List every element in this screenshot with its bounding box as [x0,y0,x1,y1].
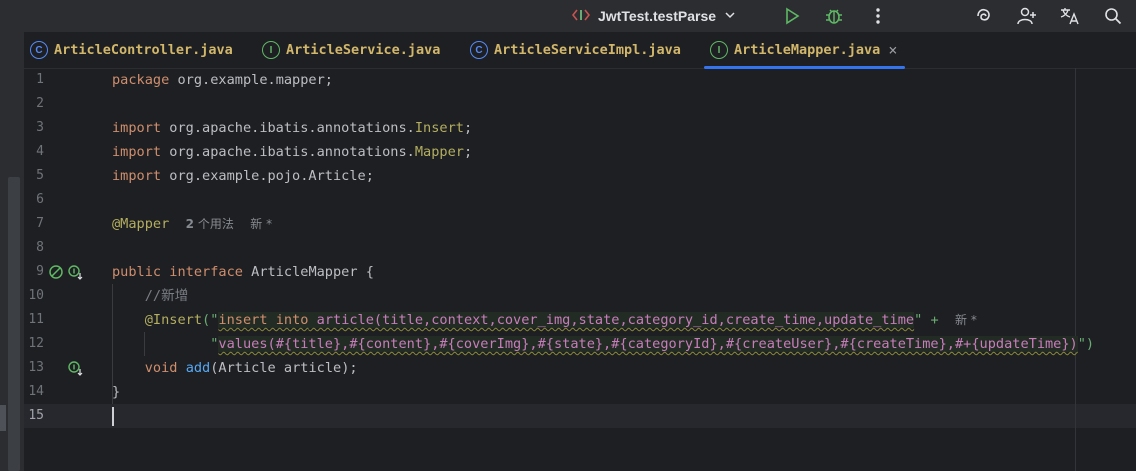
left-tool-strip [0,32,24,471]
line-number: 7 [36,216,44,231]
mybatis-bean-icon[interactable] [48,264,64,280]
line-number: 12 [28,336,44,351]
line-number: 4 [36,144,44,159]
line-number: 6 [36,192,44,207]
run-icon[interactable] [776,0,808,32]
line-number: 3 [36,120,44,135]
line-number: 11 [28,312,44,327]
line-number: 8 [36,240,44,255]
line-number: 9 [36,264,44,279]
code-line: import org.apache.ibatis.annotations.Ins… [112,120,473,136]
run-config-label: JwtTest.testParse [598,8,717,24]
search-icon[interactable] [1097,0,1129,32]
class-icon: C [470,41,488,59]
class-icon: C [30,41,48,59]
current-line-marker [0,405,6,431]
author-hint[interactable]: 新 * [250,217,272,231]
editor-tabs: C ArticleController.java I ArticleServic… [24,32,1136,69]
tab-label: ArticleServiceImpl.java [494,42,681,58]
author-hint[interactable]: 新 * [955,313,977,327]
ai-assistant-icon[interactable] [968,0,1000,32]
text-cursor [112,407,114,426]
run-config-icon [571,7,591,26]
code-line: public interface ArticleMapper { [112,264,374,280]
implemented-down-icon[interactable] [68,264,84,280]
tab-label: ArticleController.java [54,42,233,58]
usages-hint[interactable]: 2 个用法 [186,217,234,231]
current-line-highlight [24,404,1136,428]
right-margin-guide [1075,68,1076,471]
interface-icon: I [710,41,728,59]
line-number: 13 [28,360,44,375]
code-line: } [112,384,121,400]
tab-label: ArticleMapper.java [734,42,881,58]
interface-icon: I [262,41,280,59]
run-configuration-selector[interactable]: JwtTest.testParse [571,0,736,32]
top-toolbar: JwtTest.testParse [0,0,1136,32]
code-line: import org.apache.ibatis.annotations.Map… [112,144,473,160]
tab-article-service-impl[interactable]: C ArticleServiceImpl.java [470,32,681,68]
code-editor[interactable]: 1 2 3 4 5 6 7 8 9 10 11 12 13 14 15 pack… [24,68,1136,471]
code-line: package org.example.mapper; [112,72,333,88]
code-line: import org.example.pojo.Article; [112,168,374,184]
line-number-current: 15 [28,408,44,423]
code-line: "values(#{title},#{content},#{coverImg},… [210,336,1095,352]
translate-icon[interactable] [1054,0,1086,32]
line-number: 2 [36,96,44,111]
add-user-icon[interactable] [1011,0,1043,32]
close-icon[interactable]: × [888,41,897,59]
more-vertical-icon[interactable] [862,0,894,32]
line-number: 1 [36,72,44,87]
implemented-down-icon[interactable] [68,360,84,376]
tab-article-controller[interactable]: C ArticleController.java [30,32,233,68]
debug-icon[interactable] [818,0,850,32]
tab-article-service[interactable]: I ArticleService.java [262,32,440,68]
chevron-down-icon [724,8,736,24]
code-line: void add(Article article); [144,360,358,376]
scroll-thumb[interactable] [8,177,20,471]
tab-label: ArticleService.java [286,42,441,58]
code-line: @Insert("insert into article(title,conte… [144,312,977,328]
code-line: @Mapper 2 个用法 新 * [112,216,273,232]
line-number: 14 [28,384,44,399]
line-number: 5 [36,168,44,183]
tab-article-mapper[interactable]: I ArticleMapper.java × [710,32,897,68]
code-line: //新增 [144,288,189,304]
line-number: 10 [28,288,44,303]
